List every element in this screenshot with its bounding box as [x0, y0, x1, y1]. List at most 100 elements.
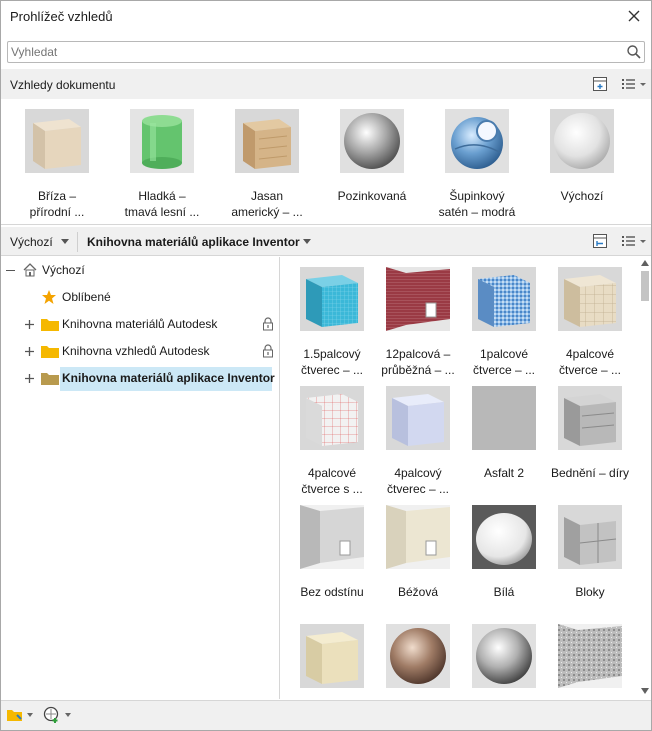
- document-appearances-label: Vzhledy dokumentu: [10, 78, 116, 92]
- blue-satin-sphere-thumbnail: [445, 109, 509, 173]
- window-title: Prohlížeč vzhledů: [10, 9, 113, 24]
- manage-library-icon[interactable]: [6, 706, 24, 724]
- search-box[interactable]: [7, 41, 645, 63]
- search-icon[interactable]: [626, 44, 642, 60]
- chevron-down-icon[interactable]: [65, 713, 71, 717]
- white-sphere: [472, 505, 536, 569]
- list-view-options-icon[interactable]: [620, 76, 648, 92]
- library-view-options-icon[interactable]: [620, 233, 648, 249]
- folder-icon: [41, 319, 59, 331]
- tree-item-label: Oblíbené: [62, 290, 111, 304]
- tree-item-inventor-material-library[interactable]: Knihovna materiálů aplikace Inventor: [1, 367, 279, 391]
- tree-item-label: Knihovna materiálů Autodesk: [62, 317, 218, 331]
- green-cylinder-thumbnail: [130, 109, 194, 173]
- document-appearances-header: Vzhledy dokumentu: [1, 69, 651, 99]
- create-material-icon[interactable]: [43, 706, 61, 724]
- grid-appearance-item[interactable]: 12palcová – průběžná – ...: [373, 267, 463, 378]
- default-sphere-thumbnail: [550, 109, 614, 173]
- library-tree: Výchozí Oblíbené Knihovna materiálů Auto…: [1, 257, 280, 699]
- tree-item-label: Knihovna vzhledů Autodesk: [62, 344, 210, 358]
- asphalt-swatch: [472, 386, 536, 450]
- doc-appearance-item[interactable]: Hladká – tmavá lesní ...: [116, 109, 208, 220]
- library-selector-dropdown[interactable]: Knihovna materiálů aplikace Inventor: [87, 235, 300, 249]
- white-grid-cube: [300, 386, 364, 450]
- tree-root-default[interactable]: Výchozí: [1, 259, 279, 281]
- appearance-browser-window: Prohlížeč vzhledů Vzhledy dokumentu: [0, 0, 652, 731]
- grid-item-line2: čtverce – ...: [472, 363, 536, 377]
- grid-appearance-item[interactable]: 4palcové čtverce – ...: [545, 267, 635, 378]
- formwork-cube: [558, 386, 622, 450]
- grid-item-line2: čtverec – ...: [386, 482, 450, 496]
- grid-appearance-item[interactable]: [459, 624, 549, 699]
- expand-icon[interactable]: [25, 320, 34, 329]
- library-panel-icon[interactable]: [592, 233, 608, 249]
- expand-icon[interactable]: [25, 374, 34, 383]
- tree-item-autodesk-appearance-library[interactable]: Knihovna vzhledů Autodesk: [1, 340, 279, 362]
- scroll-down-icon[interactable]: [641, 688, 649, 694]
- grid-appearance-item[interactable]: 4palcový čtverec – ...: [373, 386, 463, 497]
- gray-wall-chair: [300, 505, 364, 569]
- grid-appearance-item[interactable]: Bílá: [459, 505, 549, 600]
- grid-item-line2: průběžná – ...: [381, 363, 455, 377]
- home-icon: [23, 263, 37, 277]
- folder-open-icon: [41, 373, 59, 385]
- doc-appearance-item[interactable]: Pozinkovaná: [326, 109, 418, 204]
- grid-item-line1: Bez odstínu: [300, 585, 364, 599]
- grid-appearance-item[interactable]: Asfalt 2: [459, 386, 549, 481]
- library-toolbar: Výchozí Knihovna materiálů aplikace Inve…: [1, 227, 651, 256]
- doc-item-line2: přírodní ...: [29, 205, 85, 219]
- chevron-down-icon[interactable]: [303, 239, 311, 244]
- tree-item-label: Knihovna materiálů aplikace Inventor: [62, 371, 275, 385]
- search-input[interactable]: [8, 42, 618, 62]
- grid-item-line1: Bednění – díry: [550, 466, 630, 480]
- scrollbar-thumb[interactable]: [641, 271, 649, 301]
- doc-item-line2: americký – ...: [231, 205, 303, 219]
- folder-icon: [41, 346, 59, 358]
- scroll-up-icon[interactable]: [641, 260, 649, 266]
- grid-appearance-item[interactable]: Bednění – díry: [545, 386, 635, 481]
- grid-appearance-item[interactable]: 1.5palcový čtverec – ...: [287, 267, 377, 378]
- blue-mosaic-cube: [472, 267, 536, 331]
- grid-appearance-item[interactable]: 4palcové čtverce s ...: [287, 386, 377, 497]
- appearance-grid: 1.5palcový čtverec – ... 12palcová – průbě…: [281, 257, 639, 699]
- grid-item-line1: Béžová: [397, 585, 439, 599]
- doc-item-line1: Hladká –: [138, 189, 186, 203]
- beige-wall-chair: [386, 505, 450, 569]
- collapse-icon[interactable]: [6, 270, 15, 271]
- doc-item-line1: Šupinkový: [449, 189, 505, 203]
- doc-appearance-item[interactable]: Bříza – přírodní ...: [11, 109, 103, 220]
- library-view-dropdown[interactable]: Výchozí: [10, 235, 53, 249]
- chevron-down-icon[interactable]: [27, 713, 33, 717]
- grid-appearance-item[interactable]: Bez odstínu: [287, 505, 377, 600]
- doc-appearance-item[interactable]: Šupinkový satén – modrá: [431, 109, 523, 220]
- grid-appearance-item[interactable]: Béžová: [373, 505, 463, 600]
- doc-item-line1: Bříza –: [37, 189, 76, 203]
- doc-appearance-item[interactable]: Jasan americký – ...: [221, 109, 313, 220]
- bronze-sphere: [386, 624, 450, 688]
- grid-appearance-item[interactable]: [545, 624, 635, 699]
- grid-item-line1: 12palcová –: [385, 347, 451, 361]
- grid-item-line1: 4palcový: [394, 466, 442, 480]
- grid-appearance-item[interactable]: Bloky: [545, 505, 635, 600]
- doc-appearance-item[interactable]: Výchozí: [536, 109, 628, 204]
- grid-appearance-item[interactable]: 1palcové čtverce – ...: [459, 267, 549, 378]
- grid-item-line1: 4palcové: [565, 347, 615, 361]
- grid-item-line2: čtverce s ...: [301, 482, 363, 496]
- chevron-down-icon[interactable]: [61, 239, 69, 244]
- tree-item-autodesk-material-library[interactable]: Knihovna materiálů Autodesk: [1, 313, 279, 335]
- grid-appearance-item[interactable]: [373, 624, 463, 699]
- grid-item-line1: Bílá: [493, 585, 515, 599]
- lock-icon: [263, 317, 273, 331]
- grid-item-line1: 1.5palcový: [303, 347, 361, 361]
- document-appearances-strip: Bříza – přírodní ... Hladká – tmavá lesní …: [1, 99, 651, 225]
- cyan-tile-cube: [300, 267, 364, 331]
- grid-scrollbar[interactable]: [639, 257, 651, 699]
- close-icon[interactable]: [625, 7, 643, 25]
- expand-icon[interactable]: [25, 347, 34, 356]
- doc-item-line2: satén – modrá: [438, 205, 516, 219]
- create-appearance-icon[interactable]: [592, 76, 608, 92]
- grid-appearance-item[interactable]: [287, 624, 377, 699]
- cream-cube: [300, 624, 364, 688]
- tree-item-favorites[interactable]: Oblíbené: [1, 286, 279, 308]
- star-icon: [42, 290, 56, 304]
